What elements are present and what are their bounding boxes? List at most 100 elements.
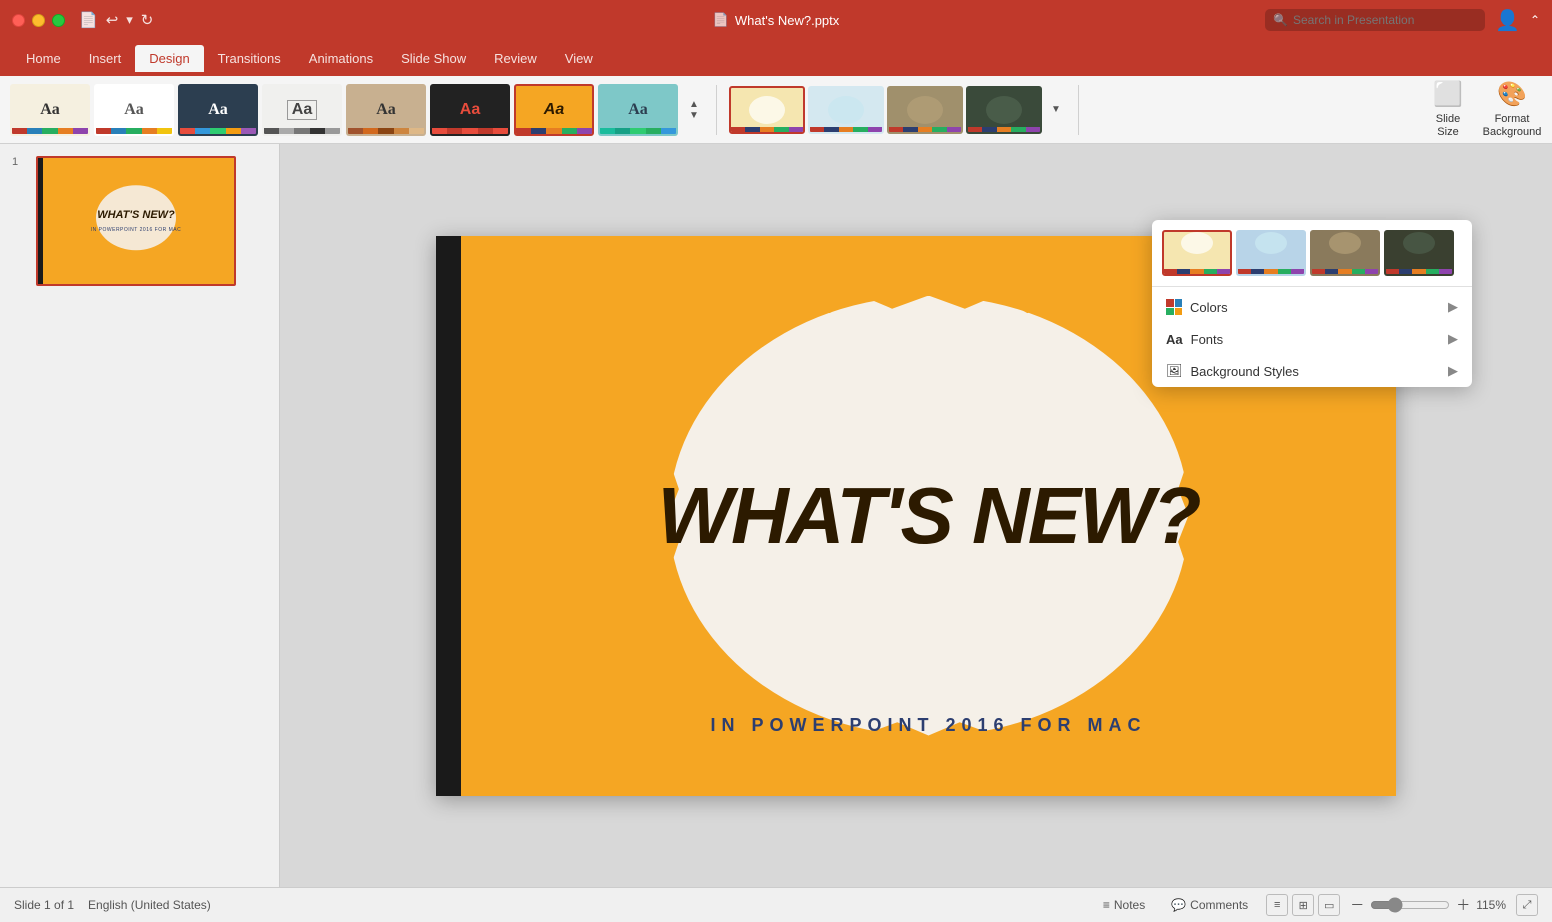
background-styles-arrow: ▶ <box>1448 363 1458 379</box>
save-icon[interactable]: 📄 <box>79 11 98 29</box>
theme-5[interactable]: Aa <box>346 84 426 136</box>
search-input[interactable] <box>1293 13 1477 27</box>
dropdown-variant-3[interactable] <box>1310 230 1380 276</box>
notes-label: Notes <box>1114 898 1145 912</box>
search-container[interactable]: 🔍 <box>1265 9 1485 31</box>
fonts-submenu-arrow: ▶ <box>1448 331 1458 347</box>
variant-3[interactable] <box>887 86 963 134</box>
variant-1[interactable] <box>729 86 805 134</box>
variants-more-arrow[interactable]: ▼ <box>1046 104 1066 115</box>
variant-thumbnails <box>729 86 1042 134</box>
reading-view-icon[interactable]: ▭ <box>1318 894 1340 916</box>
view-icons: ≡ ⊞ ▭ <box>1266 894 1340 916</box>
slide-item-1[interactable]: 1 WHAT'S NEW? IN POWERPOINT 2016 FOR MAC <box>8 152 271 290</box>
ribbon-tabs: Home Insert Design Transitions Animation… <box>0 40 1552 76</box>
ribbon-content: Aa Aa Aa Aa Aa Aa Aa <box>0 76 1552 144</box>
status-right: ≡ Notes 💬 Comments ≡ ⊞ ▭ － ＋ 115% ⤢ <box>1095 894 1538 916</box>
slide-title: WHAT'S NEW? <box>579 476 1279 556</box>
fonts-icon: Aa <box>1166 332 1183 347</box>
editor-area[interactable]: WHAT'S NEW? IN POWERPOINT 2016 FOR MAC <box>280 144 1552 887</box>
minimize-button[interactable] <box>32 14 45 27</box>
window-title: 📄 What's New?.pptx <box>713 12 840 28</box>
close-button[interactable] <box>12 14 25 27</box>
search-icon: 🔍 <box>1273 13 1288 27</box>
theme-1[interactable]: Aa <box>10 84 90 136</box>
colors-submenu-arrow: ▶ <box>1448 299 1458 315</box>
maximize-button[interactable] <box>52 14 65 27</box>
tab-review[interactable]: Review <box>480 45 551 72</box>
dropdown-variant-4[interactable] <box>1384 230 1454 276</box>
status-left: Slide 1 of 1 English (United States) <box>14 898 211 912</box>
slide-panel: 1 WHAT'S NEW? IN POWERPOINT 2016 FOR MAC <box>0 144 280 887</box>
variant-cloud-3 <box>907 96 943 124</box>
format-background-label: Format Background <box>1483 113 1542 139</box>
notes-icon: ≡ <box>1103 898 1110 912</box>
colors-icon <box>1166 299 1182 315</box>
ribbon-divider-1 <box>716 85 717 135</box>
undo-dropdown-icon[interactable]: ▾ <box>126 12 133 28</box>
variant-4[interactable] <box>966 86 1042 134</box>
comments-icon: 💬 <box>1171 898 1186 912</box>
theme-3[interactable]: Aa <box>178 84 258 136</box>
tab-home[interactable]: Home <box>12 45 75 72</box>
dropdown-variant-2[interactable] <box>1236 230 1306 276</box>
variant-cloud-1 <box>749 96 785 124</box>
zoom-in-button[interactable]: ＋ <box>1456 895 1470 915</box>
theme-8[interactable]: Aa <box>598 84 678 136</box>
thumb-left-bar <box>38 158 43 284</box>
dropdown-fonts[interactable]: Aa Fonts ▶ <box>1152 323 1472 355</box>
account-icon[interactable]: 👤 <box>1495 8 1520 33</box>
traffic-lights <box>12 14 65 27</box>
tab-slideshow[interactable]: Slide Show <box>387 45 480 72</box>
format-background-icon: 🎨 <box>1497 80 1527 109</box>
zoom-control: － ＋ 115% <box>1350 895 1506 915</box>
themes-scroll: Aa Aa Aa Aa Aa Aa Aa <box>10 84 678 136</box>
dropdown-separator-1 <box>1152 286 1472 287</box>
theme-6[interactable]: Aa <box>430 84 510 136</box>
slide-info: Slide 1 of 1 <box>14 898 74 912</box>
dropdown-colors[interactable]: Colors ▶ <box>1152 291 1472 323</box>
theme-4[interactable]: Aa <box>262 84 342 136</box>
dropdown-variants <box>1152 220 1472 282</box>
undo-icon[interactable]: ↩ <box>106 11 119 29</box>
themes-scroll-arrow[interactable]: ▲ ▼ <box>684 99 704 121</box>
title-bar-right: 🔍 👤 ⌃ <box>1265 8 1540 33</box>
slide-size-icon: ⬜ <box>1433 80 1463 109</box>
tab-view[interactable]: View <box>551 45 607 72</box>
comments-label: Comments <box>1190 898 1248 912</box>
fit-window-icon[interactable]: ⤢ <box>1516 894 1538 916</box>
zoom-slider[interactable] <box>1370 897 1450 913</box>
window-controls-icon[interactable]: ⌃ <box>1530 13 1540 27</box>
variant-2[interactable] <box>808 86 884 134</box>
ribbon-divider-2 <box>1078 85 1079 135</box>
notes-button[interactable]: ≡ Notes <box>1095 895 1153 915</box>
dropdown-variant-1[interactable] <box>1162 230 1232 276</box>
ribbon-right-tools: ⬜ SlideSize 🎨 Format Background <box>1418 82 1542 137</box>
language-info: English (United States) <box>88 898 211 912</box>
tab-transitions[interactable]: Transitions <box>204 45 295 72</box>
title-bar: 📄 ↩ ▾ ↻ 📄 What's New?.pptx 🔍 👤 ⌃ <box>0 0 1552 40</box>
redo-icon[interactable]: ↻ <box>141 11 154 29</box>
tab-animations[interactable]: Animations <box>295 45 387 72</box>
zoom-level: 115% <box>1476 898 1506 912</box>
slide-size-button[interactable]: ⬜ SlideSize <box>1418 82 1478 137</box>
theme-2[interactable]: Aa <box>94 84 174 136</box>
dropdown-background-styles[interactable]: 🖼 Background Styles ▶ <box>1152 355 1472 387</box>
normal-view-icon[interactable]: ≡ <box>1266 894 1288 916</box>
format-background-button[interactable]: 🎨 Format Background <box>1482 82 1542 137</box>
zoom-out-button[interactable]: － <box>1350 895 1364 915</box>
tab-design[interactable]: Design <box>135 45 203 72</box>
theme-7-active[interactable]: Aa <box>514 84 594 136</box>
status-bar: Slide 1 of 1 English (United States) ≡ N… <box>0 887 1552 922</box>
dropdown-menu: Colors ▶ Aa Fonts ▶ 🖼 Background Styles … <box>1152 220 1472 387</box>
tab-insert[interactable]: Insert <box>75 45 136 72</box>
slide-subtitle: IN POWERPOINT 2016 FOR MAC <box>710 715 1146 736</box>
slide-sorter-icon[interactable]: ⊞ <box>1292 894 1314 916</box>
slide-left-bar <box>436 236 461 796</box>
comments-button[interactable]: 💬 Comments <box>1163 895 1256 915</box>
slide-thumbnail-1[interactable]: WHAT'S NEW? IN POWERPOINT 2016 FOR MAC <box>36 156 236 286</box>
variant-cloud-4 <box>986 96 1022 124</box>
variant-cloud-2 <box>828 96 864 124</box>
background-styles-icon: 🖼 <box>1166 363 1183 379</box>
main-area: 1 WHAT'S NEW? IN POWERPOINT 2016 FOR MAC <box>0 144 1552 887</box>
